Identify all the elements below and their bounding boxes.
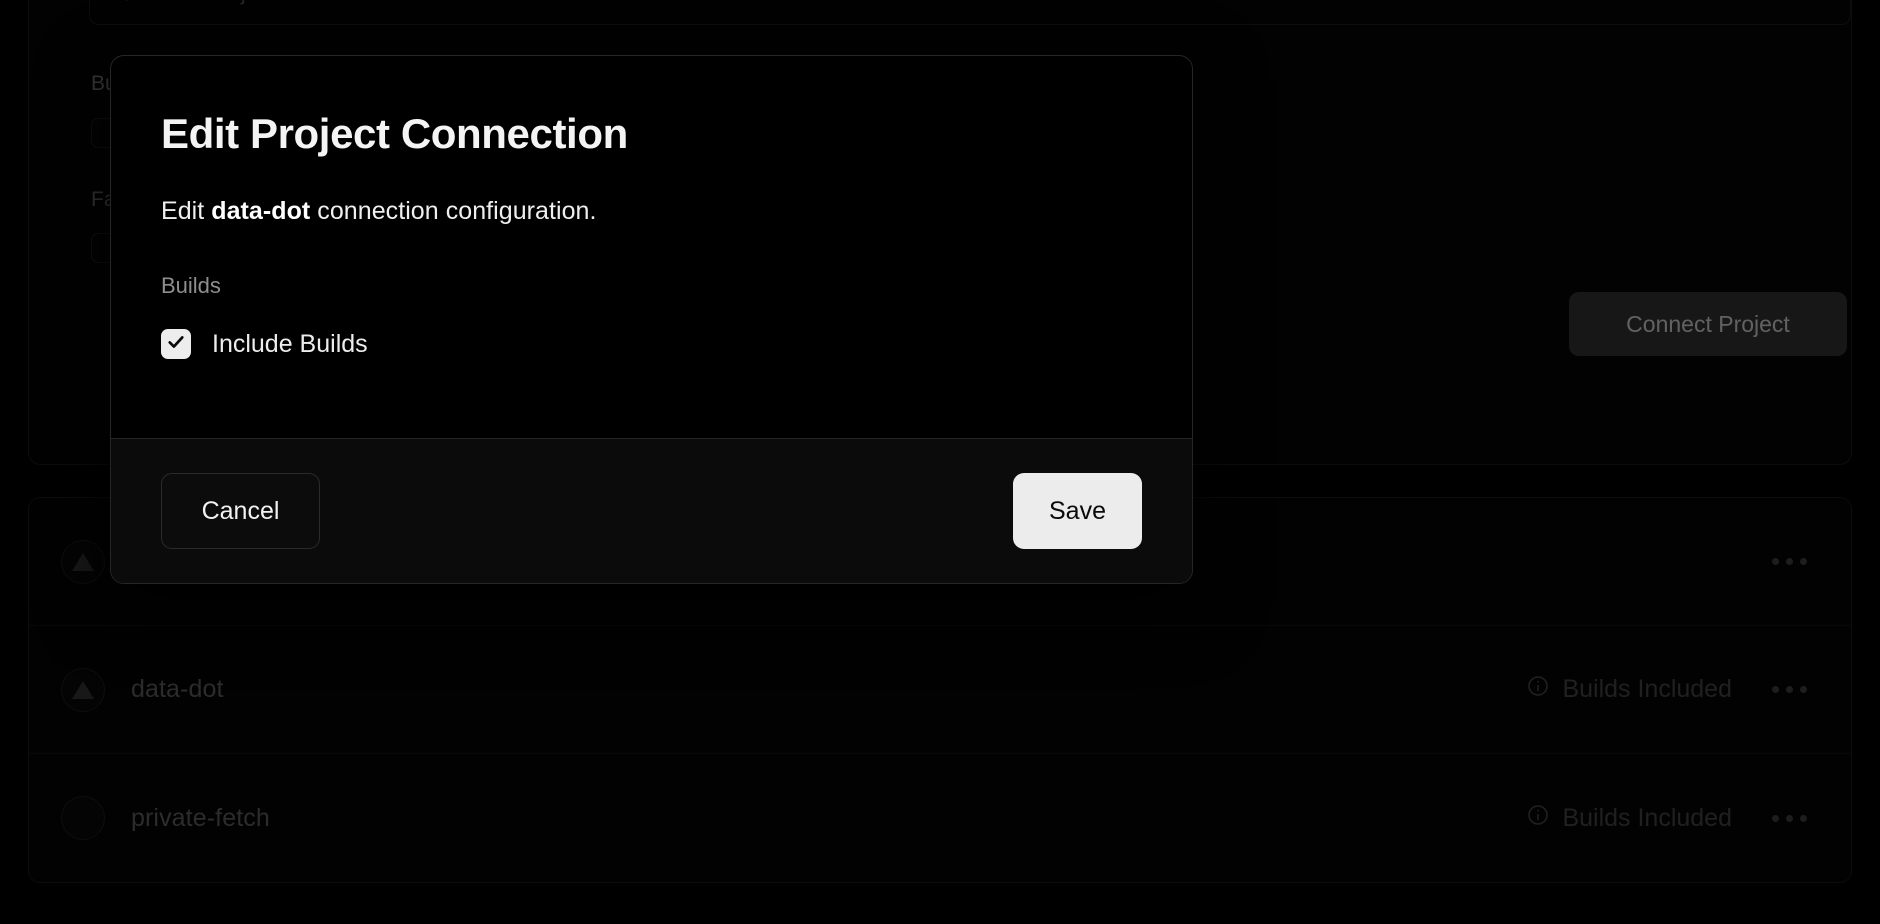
more-options-icon[interactable] [1768, 678, 1811, 701]
dialog-body: Edit Project Connection Edit data-dot co… [111, 56, 1192, 438]
project-select[interactable]: Select Project [89, 0, 1851, 25]
status-badge: Builds Included [1526, 674, 1732, 705]
edit-project-connection-dialog: Edit Project Connection Edit data-dot co… [110, 55, 1193, 584]
save-button[interactable]: Save [1013, 473, 1142, 549]
list-item[interactable]: private-fetch Builds Included [29, 754, 1851, 882]
status-badge: Builds Included [1526, 803, 1732, 834]
list-item-actions: Builds Included [1526, 803, 1811, 834]
chevron-down-icon[interactable] [1806, 0, 1828, 8]
search-icon [108, 0, 130, 8]
status-badge-label: Builds Included [1562, 803, 1732, 832]
list-item-actions: Builds Included [1526, 674, 1811, 705]
dialog-footer: Cancel Save [111, 438, 1192, 583]
connect-project-button[interactable]: Connect Project [1569, 292, 1847, 356]
dialog-description: Edit data-dot connection configuration. [161, 197, 1142, 226]
status-badge-label: Builds Included [1562, 675, 1732, 703]
info-icon [1526, 674, 1550, 705]
list-item-actions [1768, 550, 1811, 573]
dialog-description-project: data-dot [211, 197, 311, 225]
empty-circle-avatar [61, 796, 105, 840]
dialog-title: Edit Project Connection [161, 110, 628, 157]
triangle-avatar [61, 667, 105, 712]
include-builds-row[interactable]: Include Builds [161, 329, 1142, 359]
include-builds-label: Include Builds [212, 329, 368, 358]
info-icon [1526, 803, 1550, 834]
more-options-icon[interactable] [1768, 550, 1811, 573]
list-item[interactable]: data-dot Builds Included [29, 626, 1851, 754]
app-screen: Project Select Project Builds Failed [0, 0, 1880, 924]
cancel-button[interactable]: Cancel [161, 473, 320, 549]
include-builds-checkbox[interactable] [161, 329, 191, 359]
more-options-icon[interactable] [1768, 807, 1811, 830]
builds-section-label: Builds [161, 273, 221, 298]
dialog-description-prefix: Edit [161, 197, 212, 225]
project-select-placeholder: Select Project [144, 0, 274, 6]
list-item-name: data-dot [131, 675, 224, 703]
dialog-description-suffix: connection configuration. [310, 197, 597, 225]
triangle-avatar [61, 539, 105, 584]
list-item-name: private-fetch [131, 803, 270, 832]
check-icon [166, 332, 186, 357]
